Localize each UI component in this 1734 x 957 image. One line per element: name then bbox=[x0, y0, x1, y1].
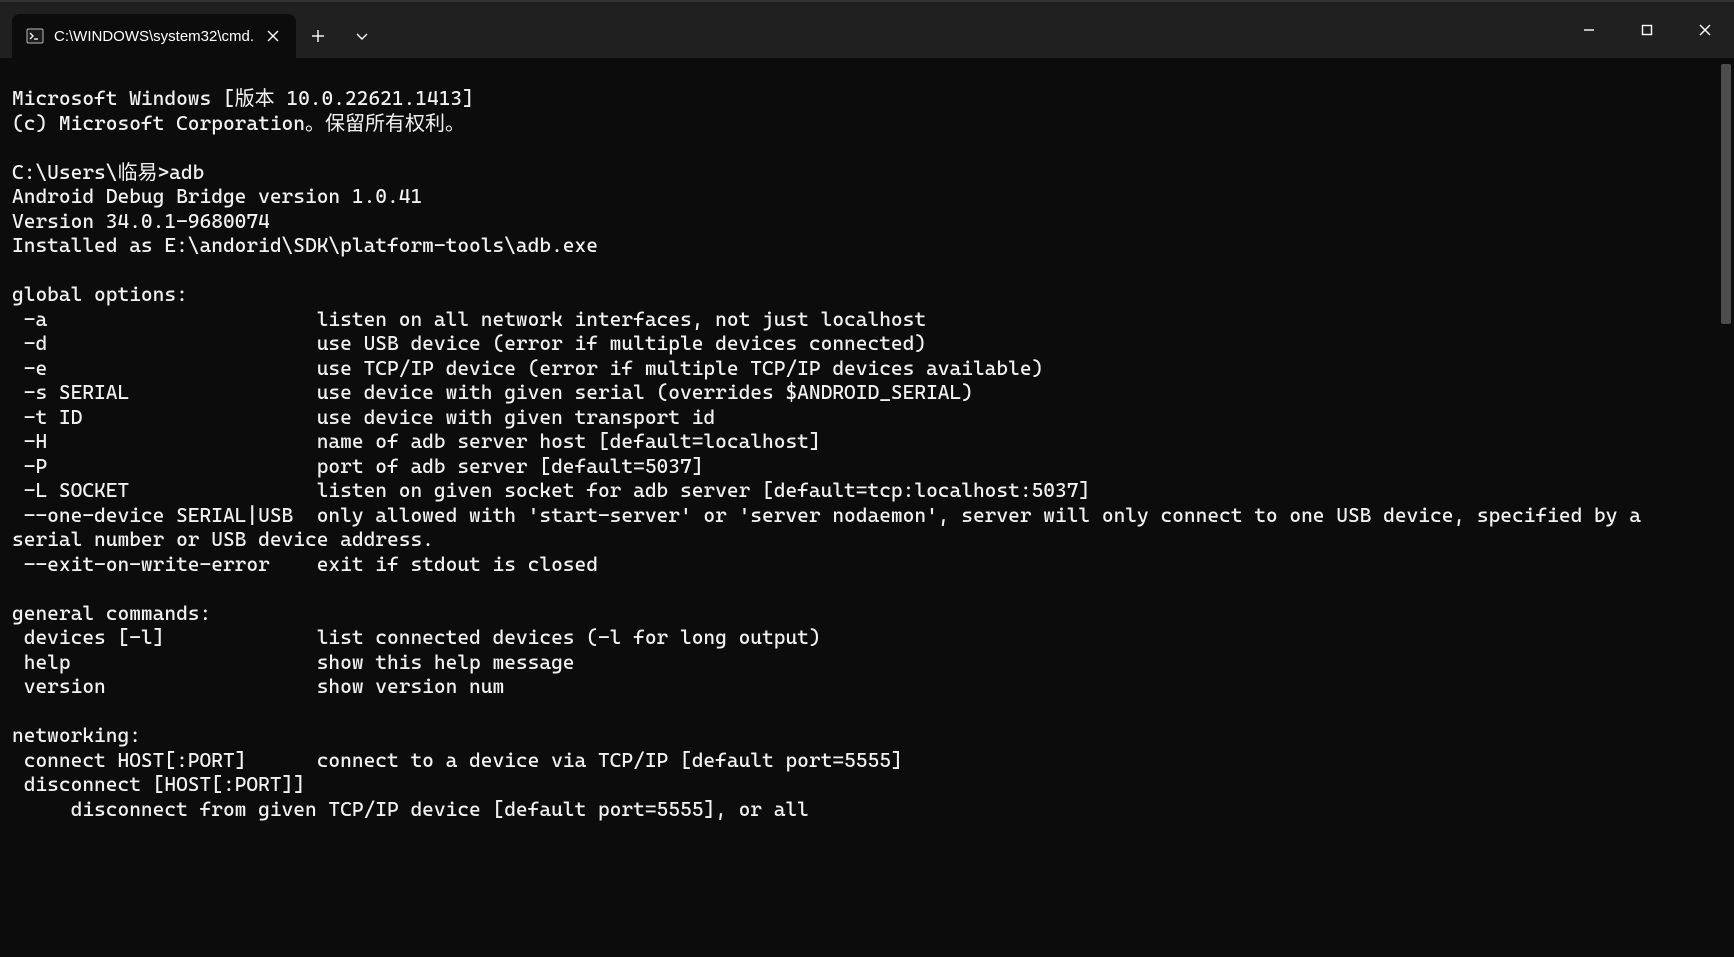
maximize-button[interactable] bbox=[1618, 2, 1676, 58]
titlebar[interactable]: C:\WINDOWS\system32\cmd. bbox=[0, 2, 1734, 58]
cmd-icon bbox=[26, 27, 44, 45]
scrollbar-vertical[interactable] bbox=[1718, 58, 1734, 957]
minimize-button[interactable] bbox=[1560, 2, 1618, 58]
titlebar-drag-region[interactable] bbox=[384, 2, 1560, 58]
tab-dropdown-button[interactable] bbox=[340, 14, 384, 58]
window-controls bbox=[1560, 2, 1734, 58]
terminal-output[interactable]: Microsoft Windows [版本 10.0.22621.1413] (… bbox=[0, 78, 1718, 937]
scrollbar-thumb[interactable] bbox=[1721, 64, 1731, 324]
tab-active[interactable]: C:\WINDOWS\system32\cmd. bbox=[12, 14, 296, 58]
close-window-button[interactable] bbox=[1676, 2, 1734, 58]
tab-strip: C:\WINDOWS\system32\cmd. bbox=[0, 2, 384, 58]
new-tab-button[interactable] bbox=[296, 14, 340, 58]
tab-close-button[interactable] bbox=[264, 27, 282, 45]
terminal-area: Microsoft Windows [版本 10.0.22621.1413] (… bbox=[0, 58, 1734, 957]
terminal-window: C:\WINDOWS\system32\cmd. bbox=[0, 0, 1734, 957]
tab-title: C:\WINDOWS\system32\cmd. bbox=[54, 28, 254, 45]
